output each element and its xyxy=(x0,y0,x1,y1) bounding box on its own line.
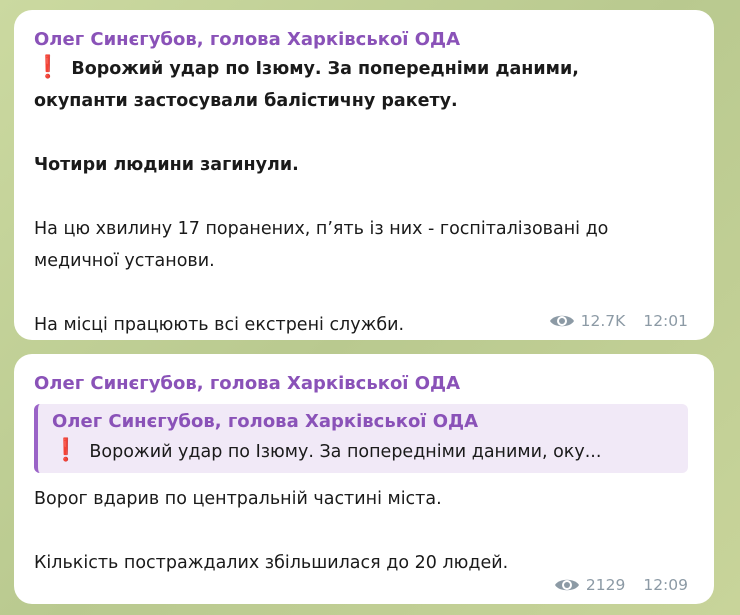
view-count: 12.7K xyxy=(580,312,626,330)
message-text-line: ❗ Ворожий удар по Ізюму. За попередніми д… xyxy=(34,52,694,85)
message-meta: 12.7K 12:01 xyxy=(549,312,688,330)
message-text-line: Кількість постраждалих збільшилася до 20… xyxy=(34,553,509,573)
sender-name[interactable]: Олег Синєгубов, голова Харківської ОДА xyxy=(34,372,694,396)
reply-text: ❗ Ворожий удар по Ізюму. За попередніми д… xyxy=(52,436,676,467)
exclamation-icon: ❗ xyxy=(52,438,80,463)
reply-quote[interactable]: Олег Синєгубов, голова Харківської ОДА ❗… xyxy=(34,404,688,473)
message-time: 12:09 xyxy=(643,576,688,594)
exclamation-icon: ❗ xyxy=(34,55,62,80)
message-text-line: Ворог вдарив по центральній частині міст… xyxy=(34,489,442,509)
message-meta: 2129 12:09 xyxy=(554,576,688,594)
view-count: 2129 xyxy=(585,576,626,594)
message-text-line: окупанти застосували балістичну ракету. xyxy=(34,91,458,111)
message-text-line: На цю хвилину 17 поранених, п’ять із них… xyxy=(34,219,609,239)
message-time: 12:01 xyxy=(643,312,688,330)
reply-sender-name: Олег Синєгубов, голова Харківської ОДА xyxy=(52,411,479,432)
eye-icon xyxy=(549,312,575,330)
message-bubble[interactable]: Олег Синєгубов, голова Харківської ОДА О… xyxy=(14,354,714,604)
message-text-line: медичної установи. xyxy=(34,251,215,271)
message-bubble[interactable]: Олег Синєгубов, голова Харківської ОДА ❗… xyxy=(14,10,714,340)
sender-name[interactable]: Олег Синєгубов, голова Харківської ОДА xyxy=(34,28,694,52)
reply-text-content: Ворожий удар по Ізюму. За попередніми да… xyxy=(89,442,602,462)
message-text: Ворожий удар по Ізюму. За попередніми да… xyxy=(71,59,579,79)
eye-icon xyxy=(554,576,580,594)
message-bold-text: Чотири людини загинули. xyxy=(34,155,299,175)
